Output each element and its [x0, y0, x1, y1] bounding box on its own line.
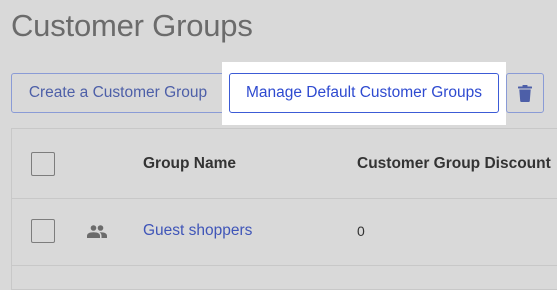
delete-button[interactable]: [506, 73, 544, 113]
people-icon: [87, 225, 107, 238]
group-discount-value: 0: [357, 223, 365, 239]
group-name-link[interactable]: Guest shoppers: [143, 222, 252, 240]
create-customer-group-button[interactable]: Create a Customer Group: [11, 73, 225, 113]
customer-groups-table: Group Name Customer Group Discount Guest…: [11, 128, 557, 290]
manage-default-customer-groups-button[interactable]: Manage Default Customer Groups: [229, 73, 499, 113]
select-all-checkbox[interactable]: [31, 152, 55, 176]
page-title: Customer Groups: [11, 8, 253, 43]
table-header-row: Group Name Customer Group Discount: [12, 129, 557, 199]
table-row: Guest shoppers 0: [12, 199, 557, 266]
create-customer-group-label: Create a Customer Group: [28, 84, 208, 101]
column-header-group-name[interactable]: Group Name: [143, 155, 236, 173]
column-header-customer-group-discount[interactable]: Customer Group Discount: [357, 155, 551, 173]
manage-default-customer-groups-label: Manage Default Customer Groups: [245, 84, 483, 101]
trash-icon: [518, 84, 532, 102]
row-checkbox[interactable]: [31, 219, 55, 243]
